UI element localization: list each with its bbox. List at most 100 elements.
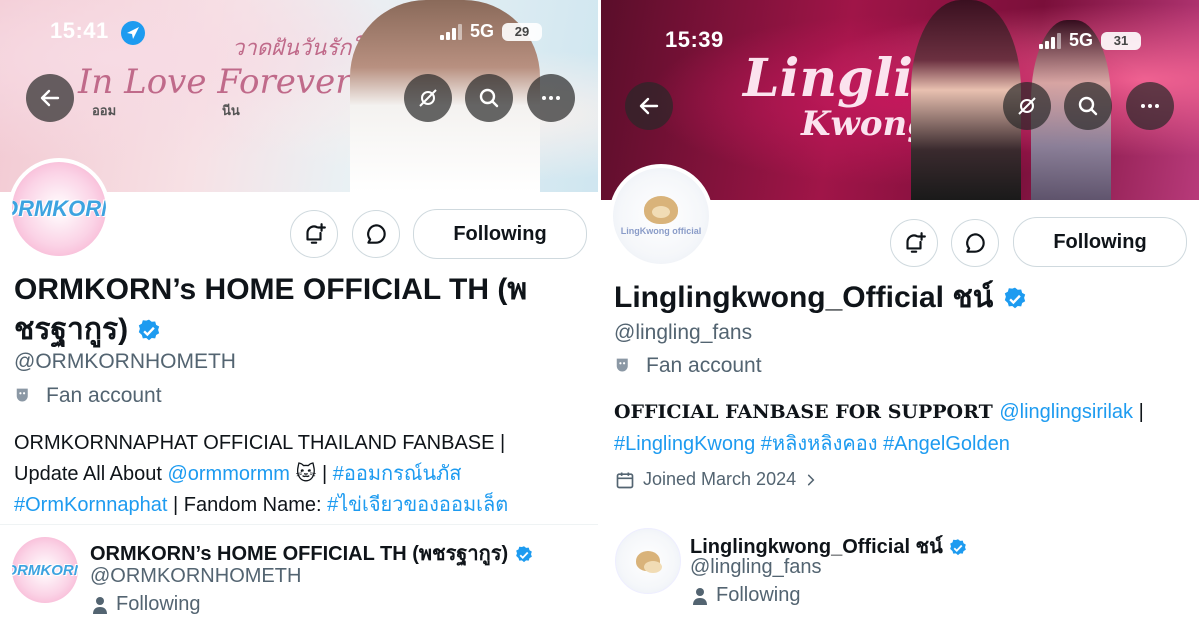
bio-hashtag-link[interactable]: #OrmKornnaphat	[14, 494, 167, 516]
message-button[interactable]	[352, 210, 400, 258]
theater-masks-icon	[16, 388, 28, 402]
profile-bio: OFFICIAL FANBASE FOR SUPPORT @linglingsi…	[614, 396, 1184, 460]
back-button[interactable]	[625, 82, 673, 130]
network-label: 5G	[470, 21, 495, 41]
chevron-right-icon	[808, 474, 815, 485]
bio-text: | Fandom Name:	[167, 494, 328, 516]
bio-separator: |	[1133, 401, 1144, 423]
hide-reposts-button[interactable]	[404, 74, 452, 122]
banner-name-1: ออม	[92, 103, 117, 118]
profile-name: ORMKORN’s HOME OFFICIAL TH (พ ชรฐากูร)	[14, 270, 584, 350]
bio-line-2: #LinglingKwong #หลิงหลิงคอง #AngelGolden	[614, 428, 1184, 460]
account-card[interactable]: Linglingkwong_Official ชน์ @lingling_fan…	[601, 516, 1199, 629]
profile-avatar[interactable]: LingKwong official	[609, 164, 713, 268]
bio-mention-link[interactable]: @ormmormm	[167, 463, 290, 485]
search-button[interactable]	[465, 74, 513, 122]
bio-mention-link[interactable]: @linglingsirilak	[999, 401, 1133, 423]
status-time: 15:41	[50, 18, 109, 43]
battery-icon: 29	[502, 22, 543, 41]
profile-handle: @lingling_fans	[614, 321, 753, 344]
search-icon	[479, 88, 499, 108]
card-avatar: ORMKORN	[12, 537, 78, 603]
more-options-button[interactable]	[1126, 82, 1174, 130]
location-arrow-icon	[121, 21, 145, 45]
avatar-logo-text: ORMKORN	[12, 196, 106, 221]
bio-line-1: ORMKORNNAPHAT OFFICIAL THAILAND FANBASE …	[14, 432, 506, 454]
bell-plus-icon	[306, 223, 326, 244]
bio-separator: |	[321, 463, 333, 485]
notifications-button[interactable]	[890, 219, 938, 267]
joined-date[interactable]: Joined March 2024	[615, 469, 818, 490]
more-horizontal-icon	[542, 96, 560, 100]
status-indicators: 5G 31	[1039, 30, 1142, 51]
left-profile-screenshot: In Love Forever วาดฝันวันรักใหม่ ออม นีน…	[0, 0, 598, 629]
bio-hashtag-link[interactable]: #ไข่เจียวของออมเล็ต	[327, 494, 508, 516]
bio-line-2: Update All About @ormmormm 🐱 | #ออมกรณ์น…	[14, 459, 584, 490]
profile-name-line-2-text: ชรฐากูร)	[14, 313, 129, 346]
profile-name-text: Linglingkwong_Official ชน์	[614, 281, 994, 314]
search-icon	[1078, 96, 1098, 116]
verified-badge-icon	[1004, 287, 1025, 309]
avatar-logo-text: LingKwong official	[620, 226, 702, 236]
back-button[interactable]	[26, 74, 74, 122]
bio-line-3: #OrmKornnaphat | Fandom Name: #ไข่เจียวข…	[14, 490, 584, 521]
card-name-text: ORMKORN’s HOME OFFICIAL TH (พชรฐากูร)	[90, 543, 509, 565]
profile-category: Fan account	[14, 384, 162, 408]
card-avatar-logo: ORMKORN	[12, 561, 78, 579]
profile-avatar[interactable]: ORMKORN	[8, 158, 110, 260]
card-following-status: Following	[692, 584, 800, 607]
calendar-icon	[616, 472, 634, 488]
card-name-text: Linglingkwong_Official ชน์	[690, 536, 943, 558]
banner-script-title: In Love Forever	[78, 62, 352, 102]
bio-hashtag-link[interactable]: #ออมกรณ์นภัส	[333, 463, 462, 485]
eye-slash-icon	[1018, 97, 1036, 115]
joined-date-label: Joined March 2024	[643, 469, 797, 489]
hide-reposts-button[interactable]	[1003, 82, 1051, 130]
profile-category: Fan account	[614, 354, 762, 378]
bio-text: Update All About	[14, 463, 168, 485]
profile-name: Linglingkwong_Official ชน์	[614, 278, 1028, 318]
bio-line-1: OFFICIAL FANBASE FOR SUPPORT @linglingsi…	[614, 396, 1184, 428]
card-handle: @ORMKORNHOMETH	[90, 565, 302, 587]
more-horizontal-icon	[1141, 104, 1159, 108]
profile-name-line-2: ชรฐากูร)	[14, 310, 584, 350]
message-button[interactable]	[951, 219, 999, 267]
bio-hashtag-link[interactable]: #AngelGolden	[883, 433, 1010, 455]
following-button[interactable]: Following	[1013, 217, 1187, 267]
profile-handle: @ORMKORNHOMETH	[14, 350, 236, 373]
verified-badge-icon	[515, 545, 532, 562]
notifications-button[interactable]	[290, 210, 338, 258]
signal-icon	[440, 23, 462, 40]
theater-masks-icon	[616, 358, 628, 372]
dog-angel-logo	[636, 551, 662, 573]
chat-bubble-icon	[367, 224, 386, 244]
verified-badge-icon	[139, 319, 160, 341]
card-handle: @lingling_fans	[690, 556, 822, 578]
card-avatar	[615, 528, 681, 594]
bio-emoji: 🐱	[289, 463, 322, 485]
person-icon	[93, 596, 107, 614]
eye-slash-icon	[419, 89, 437, 107]
chat-bubble-icon	[966, 233, 985, 253]
profile-bio: ORMKORNNAPHAT OFFICIAL THAILAND FANBASE …	[14, 428, 584, 521]
bio-text: OFFICIAL FANBASE FOR SUPPORT	[614, 401, 1000, 423]
account-card[interactable]: ORMKORN ORMKORN’s HOME OFFICIAL TH (พชรฐ…	[0, 524, 598, 629]
person-icon	[693, 587, 707, 605]
banner-name-2: นีน	[222, 103, 240, 118]
battery-icon: 31	[1101, 31, 1142, 50]
bio-hashtag-link[interactable]: #หลิงหลิงคอง	[761, 433, 878, 455]
card-following-label: Following	[716, 584, 801, 606]
more-options-button[interactable]	[527, 74, 575, 122]
following-button[interactable]: Following	[413, 209, 587, 259]
search-button[interactable]	[1064, 82, 1112, 130]
bell-plus-icon	[906, 232, 926, 253]
dog-angel-logo	[644, 196, 678, 224]
profile-category-label: Fan account	[46, 384, 162, 407]
network-label: 5G	[1069, 30, 1094, 50]
signal-icon	[1039, 32, 1061, 49]
card-following-status: Following	[92, 593, 200, 616]
back-arrow-icon	[639, 97, 659, 115]
back-arrow-icon	[40, 89, 60, 107]
verified-badge-icon	[950, 538, 967, 555]
bio-hashtag-link[interactable]: #LinglingKwong	[614, 433, 755, 455]
